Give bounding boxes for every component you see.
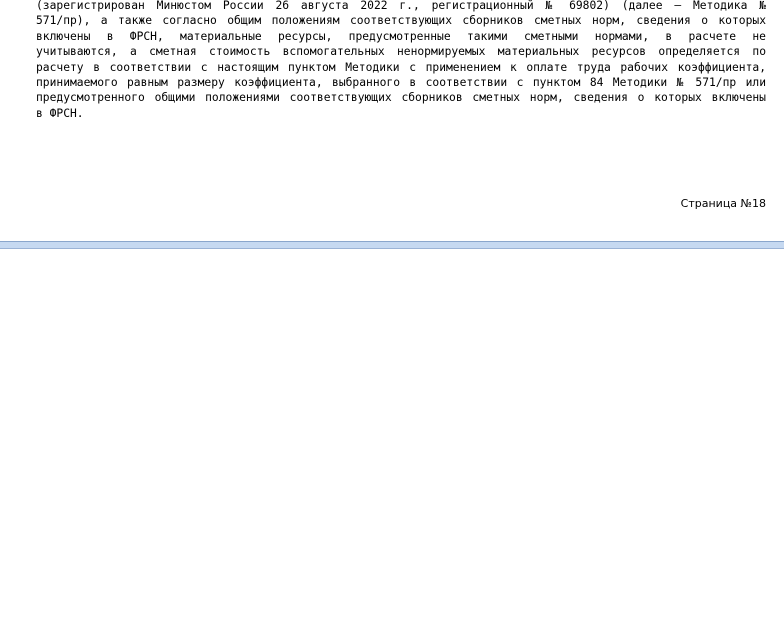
paragraph-line: 571/пр), а также согласно общим положени… [36,14,766,28]
page-number: Страница №18 [680,197,766,210]
next-page [0,249,784,633]
document-page: (зарегистрирован Минюстом России 26 авгу… [0,0,784,241]
paragraph-line: включены в ФРСН, материальные ресурсы, п… [36,29,766,43]
paragraph-line: в ФРСН. [36,106,84,120]
page-separator [0,241,784,249]
paragraph-line: предусмотренного общими положениями соот… [36,91,766,105]
paragraph: (зарегистрирован Минюстом России 26 авгу… [36,0,766,121]
paragraph-line: (зарегистрирован Минюстом России 26 авгу… [36,0,766,12]
paragraph-line: расчету в соответствии с настоящим пункт… [36,60,766,74]
paragraph-line: принимаемого равным размеру коэффициента… [36,76,766,90]
paragraph-line: учитываются, а сметная стоимость вспомог… [36,45,766,59]
document-viewport[interactable]: (зарегистрирован Минюстом России 26 авгу… [0,0,784,633]
